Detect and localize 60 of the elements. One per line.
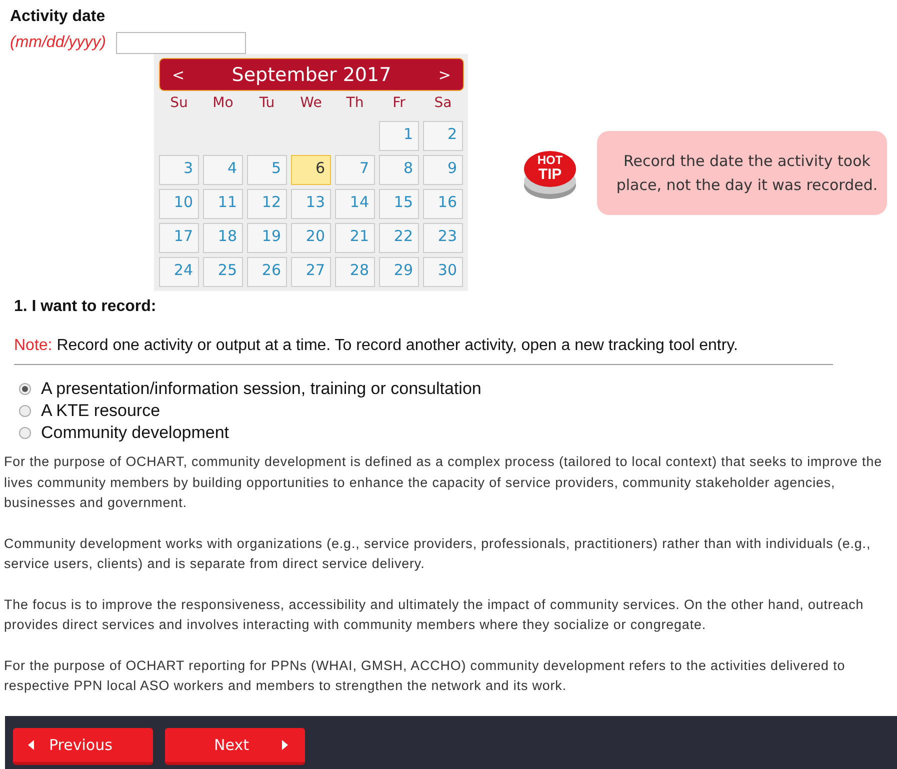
calendar-day[interactable]: 29	[379, 257, 419, 287]
paragraph: For the purpose of OCHART reporting for PPNs (WHAI, GMSH, ACCHO) community development refers to the activities delivered to respective PPN local ASO workers and members to strengthen the network and its work.	[4, 656, 846, 695]
weekday-label: Mo	[212, 95, 234, 113]
calendar-day[interactable]: 14	[335, 189, 375, 219]
radio-button[interactable]	[19, 383, 31, 395]
left-triangle-icon	[27, 740, 35, 750]
weekday-label: Fr	[392, 95, 406, 113]
calendar-day[interactable]: 22	[379, 223, 419, 253]
calendar-day[interactable]: 24	[159, 257, 199, 287]
calendar-day[interactable]: 11	[203, 189, 243, 219]
calendar-day[interactable]: 19	[247, 223, 287, 253]
calendar-day[interactable]: 13	[291, 189, 331, 219]
note-text: Note: Record one activity or output at a time. To record another activity, open a new tracking tool entry.	[14, 337, 739, 355]
paragraph: For the purpose of OCHART, community development is defined as a complex process (tailored to local context) that seeks to improve the lives community members by building opportunities to enhance the capacity of service providers, community stakeholder agencies, businesses and government.	[4, 453, 884, 512]
weekday-label: Th	[345, 95, 365, 113]
calendar-day[interactable]: 25	[203, 257, 243, 287]
weekday-label: Tu	[258, 95, 276, 113]
calendar-day[interactable]: 30	[423, 257, 463, 287]
calendar-day[interactable]: 21	[335, 223, 375, 253]
paragraph: The focus is to improve the responsiveness, accessibility and ultimately the impact of community services. On the other hand, outreach provides direct services and involves interacting with community members where they socialize or congregate.	[4, 596, 865, 634]
calendar-day[interactable]: 17	[159, 223, 199, 253]
calendar-day[interactable]: 7	[335, 155, 375, 185]
next-button[interactable]: Next	[165, 728, 305, 765]
date-input-field[interactable]	[116, 32, 246, 54]
calendar-day[interactable]: 20	[291, 223, 331, 253]
weekday-label: Sa	[433, 95, 453, 113]
date-format-hint: (mm/dd/yyyy)	[10, 34, 106, 52]
option-label: A KTE resource	[41, 401, 160, 421]
calendar-day[interactable]: 8	[379, 155, 419, 185]
option-label: Community development	[41, 423, 230, 443]
calendar-day[interactable]: 18	[203, 223, 243, 253]
calendar-day[interactable]: 6	[291, 155, 331, 185]
weekday-label: We	[299, 95, 323, 113]
option-label: A presentation/information session, training or consultation	[41, 379, 482, 399]
question-title: 1. I want to record:	[14, 298, 158, 316]
right-triangle-icon	[281, 740, 289, 750]
calendar-day[interactable]: 2	[423, 121, 463, 151]
calendar-day[interactable]: 1	[379, 121, 419, 151]
calendar-day[interactable]: 4	[203, 155, 243, 185]
calendar-day[interactable]: 23	[423, 223, 463, 253]
month-title: September 2017	[232, 64, 392, 86]
paragraph: Community development works with organizations (e.g., service providers, professionals, practitioners) rather than with individuals (e.g., service users, clients) and is separate from direct service delivery.	[4, 534, 872, 573]
tip-bubble: Record the date the activity took place, not the day it was recorded.	[597, 130, 887, 214]
previous-button[interactable]: Previous	[13, 728, 153, 765]
field-label: Activity date	[10, 8, 106, 26]
weekday-label: Su	[169, 95, 189, 113]
calendar-day[interactable]: 28	[335, 257, 375, 287]
calendar-day[interactable]: 5	[247, 155, 287, 185]
calendar-day[interactable]: 10	[159, 189, 199, 219]
calendar-day[interactable]: 3	[159, 155, 199, 185]
calendar-day[interactable]: 9	[423, 155, 463, 185]
previous-month-button[interactable]: <	[172, 66, 185, 84]
radio-button[interactable]	[19, 405, 31, 417]
radio-button[interactable]	[19, 427, 31, 439]
calendar-day[interactable]: 15	[379, 189, 419, 219]
next-month-button[interactable]: >	[438, 66, 451, 84]
calendar-day[interactable]: 12	[247, 189, 287, 219]
calendar-day[interactable]: 26	[247, 257, 287, 287]
calendar-day[interactable]: 16	[423, 189, 463, 219]
calendar-day[interactable]: 27	[291, 257, 331, 287]
